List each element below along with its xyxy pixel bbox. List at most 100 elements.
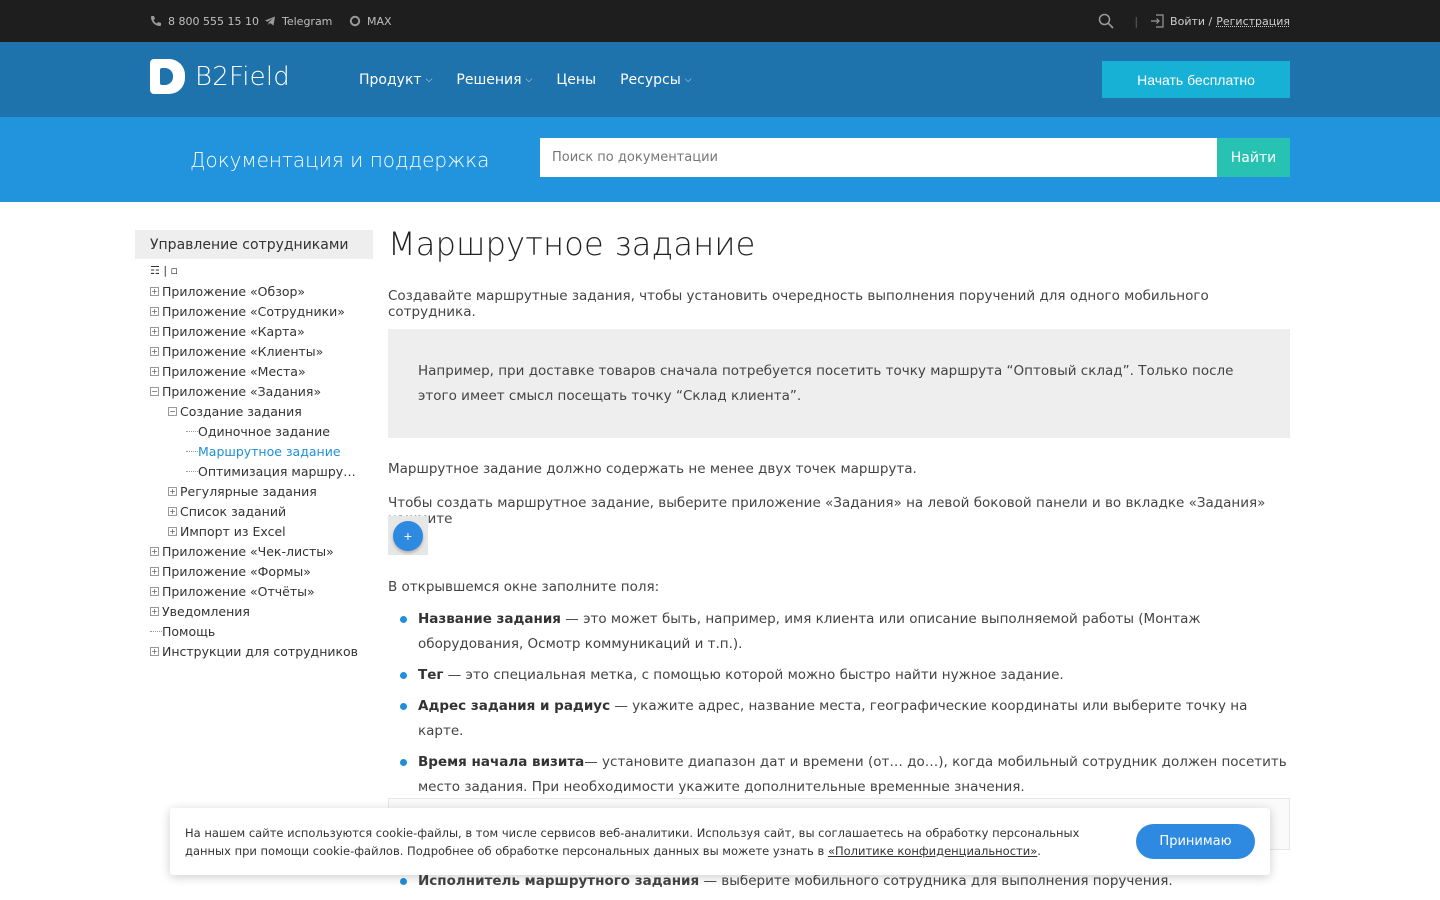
tree-tools[interactable]: ☶ | ▫: [135, 259, 373, 281]
privacy-policy-link[interactable]: «Политике конфиденциальности»: [828, 844, 1037, 858]
expand-icon[interactable]: +: [150, 566, 159, 576]
sidebar-item-label: Оптимизация маршру…: [198, 463, 356, 479]
sidebar-item-label: Инструкции для сотрудников: [162, 643, 359, 659]
brand-logo[interactable]: B2Field: [150, 59, 290, 94]
field-term: Тег: [418, 667, 444, 683]
expand-icon[interactable]: +: [168, 526, 177, 536]
accept-cookies-button[interactable]: Принимаю: [1136, 824, 1255, 859]
sidebar-tree-item[interactable]: + Приложение «Чек-листы»: [150, 541, 334, 561]
list-item: Адрес задания и радиус — укажите адрес, …: [388, 694, 1290, 744]
sidebar-tree-item[interactable]: + Приложение «Формы»: [150, 561, 311, 581]
search-icon[interactable]: [1098, 13, 1114, 29]
nav-resources-label: Ресурсы: [620, 71, 681, 88]
sidebar-item-label: Список заданий: [180, 503, 287, 519]
sidebar-item-label: Создание задания: [180, 403, 302, 419]
field-term: Время начала визита: [418, 754, 585, 770]
sidebar-item-label: Приложение «Места»: [162, 363, 306, 379]
paragraph-how-to-create: Чтобы создать маршрутное задание, выбери…: [388, 495, 1266, 527]
max-link[interactable]: MAX: [367, 15, 392, 28]
expand-icon[interactable]: +: [150, 606, 159, 616]
expand-icon[interactable]: +: [150, 366, 159, 376]
expand-icon[interactable]: +: [150, 326, 159, 336]
sidebar-item-label: Помощь: [162, 623, 216, 639]
telegram-contact[interactable]: Telegram: [264, 0, 332, 42]
field-term: Название задания: [418, 611, 561, 627]
nav-solutions[interactable]: Решения ⌵: [456, 72, 532, 88]
article: Маршрутное задание Создавайте маршрутные…: [388, 225, 1290, 889]
docs-search-button[interactable]: Найти: [1217, 138, 1290, 177]
main-nav: Продукт ⌵ Решения ⌵ Цены Ресурсы ⌵: [359, 42, 692, 117]
max-icon: [349, 15, 361, 27]
sidebar-item-label: Приложение «Формы»: [162, 563, 311, 579]
expand-icon[interactable]: +: [150, 286, 159, 296]
collapse-icon[interactable]: −: [150, 386, 159, 396]
expand-icon[interactable]: +: [150, 586, 159, 596]
sidebar-tree-item[interactable]: + Список заданий: [168, 501, 286, 521]
list-item: Название задания — это может быть, напри…: [388, 607, 1290, 657]
chevron-down-icon: ⌵: [525, 74, 533, 85]
sidebar-item-label: Приложение «Сотрудники»: [162, 303, 345, 319]
sidebar-tree-item[interactable]: + Приложение «Сотрудники»: [150, 301, 345, 321]
nav-product-label: Продукт: [359, 71, 422, 88]
expand-icon[interactable]: +: [168, 506, 177, 516]
sidebar-tree-item[interactable]: Оптимизация маршру…: [186, 461, 356, 481]
sidebar-tree-item[interactable]: − Создание задания: [168, 401, 302, 421]
nav-pricing[interactable]: Цены: [556, 72, 596, 88]
sidebar-tree-item[interactable]: + Приложение «Отчёты»: [150, 581, 315, 601]
sidebar-tree-item[interactable]: + Приложение «Обзор»: [150, 281, 305, 301]
tree-connector: [186, 450, 198, 452]
telegram-link[interactable]: Telegram: [282, 15, 332, 28]
login-icon[interactable]: [1150, 14, 1164, 28]
docs-sidebar: Управление сотрудниками ☶ | ▫ + Приложени…: [135, 230, 373, 659]
nav-product[interactable]: Продукт ⌵: [359, 72, 432, 88]
sidebar-tree-item[interactable]: + Импорт из Excel: [168, 521, 286, 541]
sidebar-tree-item[interactable]: Помощь: [150, 621, 215, 641]
telegram-icon: [265, 16, 275, 26]
list-item: Исполнитель маршрутного задания — выбери…: [388, 873, 1290, 889]
collapse-icon[interactable]: −: [168, 406, 177, 416]
max-contact[interactable]: MAX: [349, 0, 392, 42]
cookie-text-end: .: [1037, 844, 1041, 858]
sidebar-item-label: Приложение «Чек-листы»: [162, 543, 334, 559]
docs-search-input[interactable]: [540, 138, 1217, 177]
expand-icon[interactable]: +: [150, 306, 159, 316]
sidebar-item-label: Приложение «Клиенты»: [162, 343, 324, 359]
sidebar-tree-item[interactable]: + Приложение «Места»: [150, 361, 306, 381]
lead-paragraph: Создавайте маршрутные задания, чтобы уст…: [388, 288, 1209, 320]
sidebar-item-label: Уведомления: [162, 603, 250, 619]
phone-contact[interactable]: 8 800 555 15 10: [150, 0, 259, 42]
sidebar-tree-item[interactable]: Одиночное задание: [186, 421, 330, 441]
docs-bar: Документация и поддержка Найти: [0, 117, 1440, 202]
expand-icon[interactable]: +: [150, 546, 159, 556]
list-item: Тег — это специальная метка, с помощью к…: [388, 663, 1290, 688]
sidebar-tree-item[interactable]: + Приложение «Клиенты»: [150, 341, 323, 361]
expand-icon[interactable]: +: [150, 646, 159, 656]
nav-pricing-label: Цены: [556, 71, 597, 88]
sidebar-tree-item[interactable]: + Приложение «Карта»: [150, 321, 305, 341]
sidebar-item-label: Импорт из Excel: [180, 523, 286, 539]
top-bar-right: | Войти / Регистрация: [1098, 0, 1290, 42]
login-link[interactable]: Войти /: [1170, 15, 1212, 28]
brand-name: B2Field: [195, 61, 290, 92]
expand-icon[interactable]: +: [168, 486, 177, 496]
nav-resources[interactable]: Ресурсы ⌵: [620, 72, 692, 88]
field-description: — выберите мобильного сотрудника для вып…: [699, 873, 1173, 889]
sidebar-tree-item[interactable]: Маршрутное задание: [186, 441, 341, 461]
start-free-button[interactable]: Начать бесплатно: [1102, 61, 1290, 98]
field-description: — это специальная метка, с помощью котор…: [443, 667, 1064, 683]
logo-mark-icon: [150, 59, 185, 94]
add-task-button[interactable]: +: [393, 520, 423, 551]
expand-icon[interactable]: +: [150, 346, 159, 356]
phone-number[interactable]: 8 800 555 15 10: [168, 15, 259, 28]
sidebar-tree-item[interactable]: − Приложение «Задания»: [150, 381, 321, 401]
sidebar-tree-item[interactable]: + Инструкции для сотрудников: [150, 641, 358, 661]
field-list: Название задания — это может быть, напри…: [388, 607, 1290, 806]
sidebar-item-label: Маршрутное задание: [198, 443, 341, 459]
tree-connector: [186, 470, 198, 472]
sidebar-item-label: Одиночное задание: [198, 423, 330, 439]
sidebar-heading[interactable]: Управление сотрудниками: [135, 230, 373, 259]
cookie-text: На нашем сайте используются cookie-файлы…: [185, 824, 1125, 860]
sidebar-tree-item[interactable]: + Регулярные задания: [168, 481, 317, 501]
sidebar-tree-item[interactable]: + Уведомления: [150, 601, 250, 621]
register-link[interactable]: Регистрация: [1216, 15, 1290, 28]
